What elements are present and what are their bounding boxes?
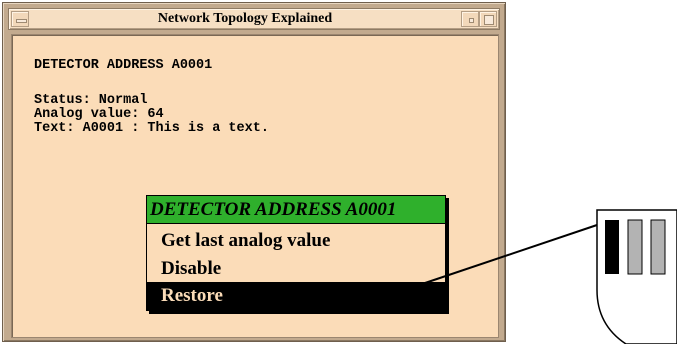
window-title: Network Topology Explained xyxy=(157,11,333,26)
maximize-icon xyxy=(484,15,494,25)
popup-menu-title: DETECTOR ADDRESS A0001 xyxy=(147,196,445,224)
detector-gray-segment-2 xyxy=(650,219,666,275)
title-bar[interactable]: Network Topology Explained xyxy=(8,8,500,30)
window-menu-button[interactable] xyxy=(11,11,29,27)
window-menu-icon xyxy=(16,19,27,23)
detector-popup-menu: DETECTOR ADDRESS A0001 Get last analog v… xyxy=(146,195,446,311)
detector-gray-segment-1 xyxy=(627,219,643,275)
menu-item-disable[interactable]: Disable xyxy=(147,255,445,283)
menu-item-restore[interactable]: Restore xyxy=(147,282,445,310)
minimize-icon xyxy=(469,18,474,23)
detector-body xyxy=(596,209,677,344)
menu-item-get-last-analog-value[interactable]: Get last analog value xyxy=(147,227,445,255)
maximize-button[interactable] xyxy=(479,11,497,27)
minimize-button[interactable] xyxy=(461,11,479,27)
status-text: Status: Normal xyxy=(34,93,148,108)
detector-text: Text: A0001 : This is a text. xyxy=(34,121,269,136)
detector-heading: DETECTOR ADDRESS A0001 xyxy=(34,58,213,73)
analog-value-text: Analog value: 64 xyxy=(34,107,164,122)
detector-black-segment xyxy=(605,220,619,274)
